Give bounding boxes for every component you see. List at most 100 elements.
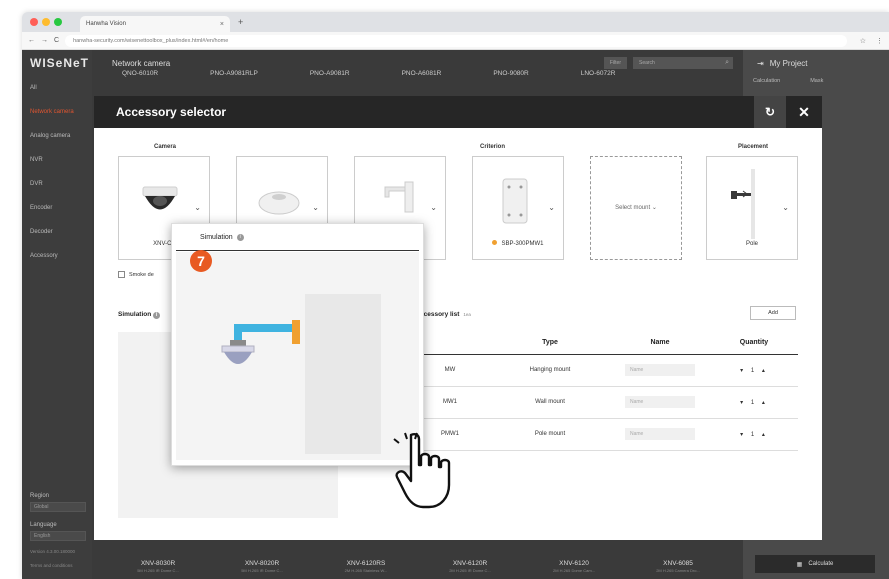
- increment-icon[interactable]: ▴: [762, 432, 768, 438]
- menu-icon[interactable]: ⋮: [876, 37, 883, 45]
- model-desc: 2M H.265 Stainless W...: [344, 568, 388, 573]
- dome-camera-shape: [224, 352, 252, 364]
- new-tab-icon[interactable]: +: [238, 17, 243, 27]
- search-input[interactable]: Search: [633, 57, 733, 69]
- model-name[interactable]: PNO-A9081R: [310, 70, 350, 77]
- name-input[interactable]: Name: [625, 364, 695, 376]
- project-title: ⇥ My Project: [743, 50, 889, 76]
- camera-label: Camera: [154, 144, 177, 150]
- model-name[interactable]: LNO-6072R: [581, 70, 616, 77]
- modal-title: Accessory selector: [116, 105, 227, 119]
- info-icon[interactable]: i: [153, 312, 161, 319]
- close-icon[interactable]: ✕: [786, 96, 822, 128]
- sidebar-item-all[interactable]: All: [22, 76, 92, 100]
- hand-pointer-icon: [393, 432, 451, 509]
- smoke-detector-option[interactable]: Smoke de: [118, 271, 154, 278]
- sidebar-item-nvr[interactable]: NVR: [22, 148, 92, 172]
- name-input[interactable]: Name: [625, 396, 695, 408]
- model-card[interactable]: XNV-6120R 2M H.265 IR Dome C...: [430, 560, 510, 573]
- popup-title: Simulation: [200, 233, 233, 241]
- info-icon[interactable]: i: [236, 233, 244, 241]
- model-card[interactable]: XNV-6120 2M H.265 Dome Cam...: [534, 560, 614, 573]
- quantity-value: 1: [750, 399, 758, 406]
- maximize-window-icon[interactable]: [54, 18, 62, 26]
- sidebar-item-accessory[interactable]: Accessory: [22, 244, 92, 268]
- placement-card[interactable]: ⌄ Pole: [706, 156, 798, 260]
- accessory-model: SBP-300PMW1: [501, 241, 544, 247]
- model-card[interactable]: XNV-6085 2M H.265 Camera Dro...: [638, 560, 718, 573]
- quantity-stepper[interactable]: ▾ 1 ▴: [710, 354, 798, 387]
- back-icon[interactable]: ←: [28, 37, 35, 44]
- quantity-stepper[interactable]: ▾ 1 ▴: [710, 386, 798, 419]
- tab-calculation[interactable]: Calculation: [753, 78, 780, 84]
- tab-mask[interactable]: Mask: [810, 78, 823, 84]
- address-bar: ← → C hanwha-security.com/wisenettoolbox…: [22, 32, 889, 50]
- sidebar-item-network-camera[interactable]: Network camera: [22, 100, 92, 124]
- model-row-top: QNO-6010R PNO-A9081RLP PNO-A9081R PNO-A6…: [122, 70, 615, 77]
- window-controls: [30, 18, 62, 26]
- popup-header: Simulation i: [176, 224, 419, 251]
- browser-tab[interactable]: Hanwha Vision ×: [80, 16, 230, 32]
- quantity-value: 1: [750, 431, 758, 438]
- language-select[interactable]: English: [30, 531, 86, 541]
- row-type: Wall mount: [490, 386, 610, 419]
- filter-button[interactable]: Filter: [603, 57, 627, 69]
- chevron-down-icon: ⌄: [651, 205, 657, 211]
- increment-icon[interactable]: ▴: [762, 368, 768, 374]
- terms-link[interactable]: Terms and conditions: [30, 563, 86, 569]
- accessory-card-pole[interactable]: ⌄ SBP-300PMW1: [472, 156, 564, 260]
- quantity-stepper[interactable]: ▾ 1 ▴: [710, 418, 798, 451]
- calculate-button[interactable]: ▦ Calculate: [755, 555, 875, 573]
- sidebar-item-decoder[interactable]: Decoder: [22, 220, 92, 244]
- model-card[interactable]: XNV-8020R 5M H.265 IR Dome C...: [222, 560, 302, 573]
- minimize-window-icon[interactable]: [42, 18, 50, 26]
- model-card[interactable]: XNV-8030R 5M H.265 IR Dome C...: [118, 560, 198, 573]
- tab-close-icon[interactable]: ×: [220, 21, 224, 28]
- chevron-down-icon[interactable]: ⌄: [194, 203, 201, 212]
- accessory-list-title: ccessory list 1ea: [420, 311, 471, 318]
- add-button[interactable]: Add: [750, 306, 796, 320]
- table-row: PMW1 Pole mount Name ▾ 1 ▴: [410, 418, 798, 451]
- browser-tabbar: Hanwha Vision × +: [22, 12, 889, 32]
- close-window-icon[interactable]: [30, 18, 38, 26]
- reload-icon[interactable]: C: [54, 37, 59, 44]
- select-mount: Select mount ⌄: [591, 204, 681, 211]
- decrement-icon[interactable]: ▾: [740, 368, 746, 374]
- decrement-icon[interactable]: ▾: [740, 432, 746, 438]
- name-input[interactable]: Name: [625, 428, 695, 440]
- step-badge: 7: [190, 250, 212, 272]
- region-label: Region: [30, 493, 50, 499]
- mount-plate-shape: [292, 320, 300, 344]
- model-card[interactable]: XNV-6120RS 2M H.265 Stainless W...: [326, 560, 406, 573]
- region-select[interactable]: Global: [30, 502, 86, 512]
- decrement-icon[interactable]: ▾: [740, 400, 746, 406]
- accessory-list-label: ccessory list: [420, 311, 460, 318]
- sidebar-item-dvr[interactable]: DVR: [22, 172, 92, 196]
- star-icon[interactable]: ☆: [860, 37, 866, 45]
- table-header-row: Type Name Quantity: [410, 332, 798, 355]
- model-name[interactable]: PNO-A6081R: [402, 70, 442, 77]
- chevron-down-icon[interactable]: ⌄: [312, 203, 319, 212]
- increment-icon[interactable]: ▴: [762, 400, 768, 406]
- simulation-view: [176, 252, 419, 460]
- forward-icon[interactable]: →: [41, 37, 48, 44]
- sidebar-item-encoder[interactable]: Encoder: [22, 196, 92, 220]
- wisenet-logo: WISeNeT: [30, 56, 90, 70]
- chevron-down-icon[interactable]: ⌄: [782, 203, 789, 212]
- chevron-down-icon[interactable]: ⌄: [430, 203, 437, 212]
- smoke-label: Smoke de: [129, 271, 154, 278]
- column-name: Name: [610, 332, 710, 355]
- model-name[interactable]: QNO-6010R: [122, 70, 158, 77]
- sidebar: WISeNeT All Network camera Analog camera…: [22, 50, 92, 579]
- model-name: XNV-6120R: [452, 560, 488, 567]
- model-row-bottom: XNV-8030R 5M H.265 IR Dome C... XNV-8020R…: [118, 560, 718, 573]
- project-tabs: Calculation Mask: [753, 78, 879, 84]
- sidebar-item-analog-camera[interactable]: Analog camera: [22, 124, 92, 148]
- model-name[interactable]: PNO-A9081RLP: [210, 70, 258, 77]
- chevron-down-icon[interactable]: ⌄: [548, 203, 555, 212]
- refresh-icon[interactable]: ↻: [754, 96, 786, 128]
- select-mount-card[interactable]: Select mount ⌄: [590, 156, 682, 260]
- smoke-checkbox[interactable]: [118, 271, 125, 278]
- url-field[interactable]: hanwha-security.com/wisenettoolbox_plus/…: [65, 34, 847, 47]
- model-name[interactable]: PNO-9080R: [493, 70, 528, 77]
